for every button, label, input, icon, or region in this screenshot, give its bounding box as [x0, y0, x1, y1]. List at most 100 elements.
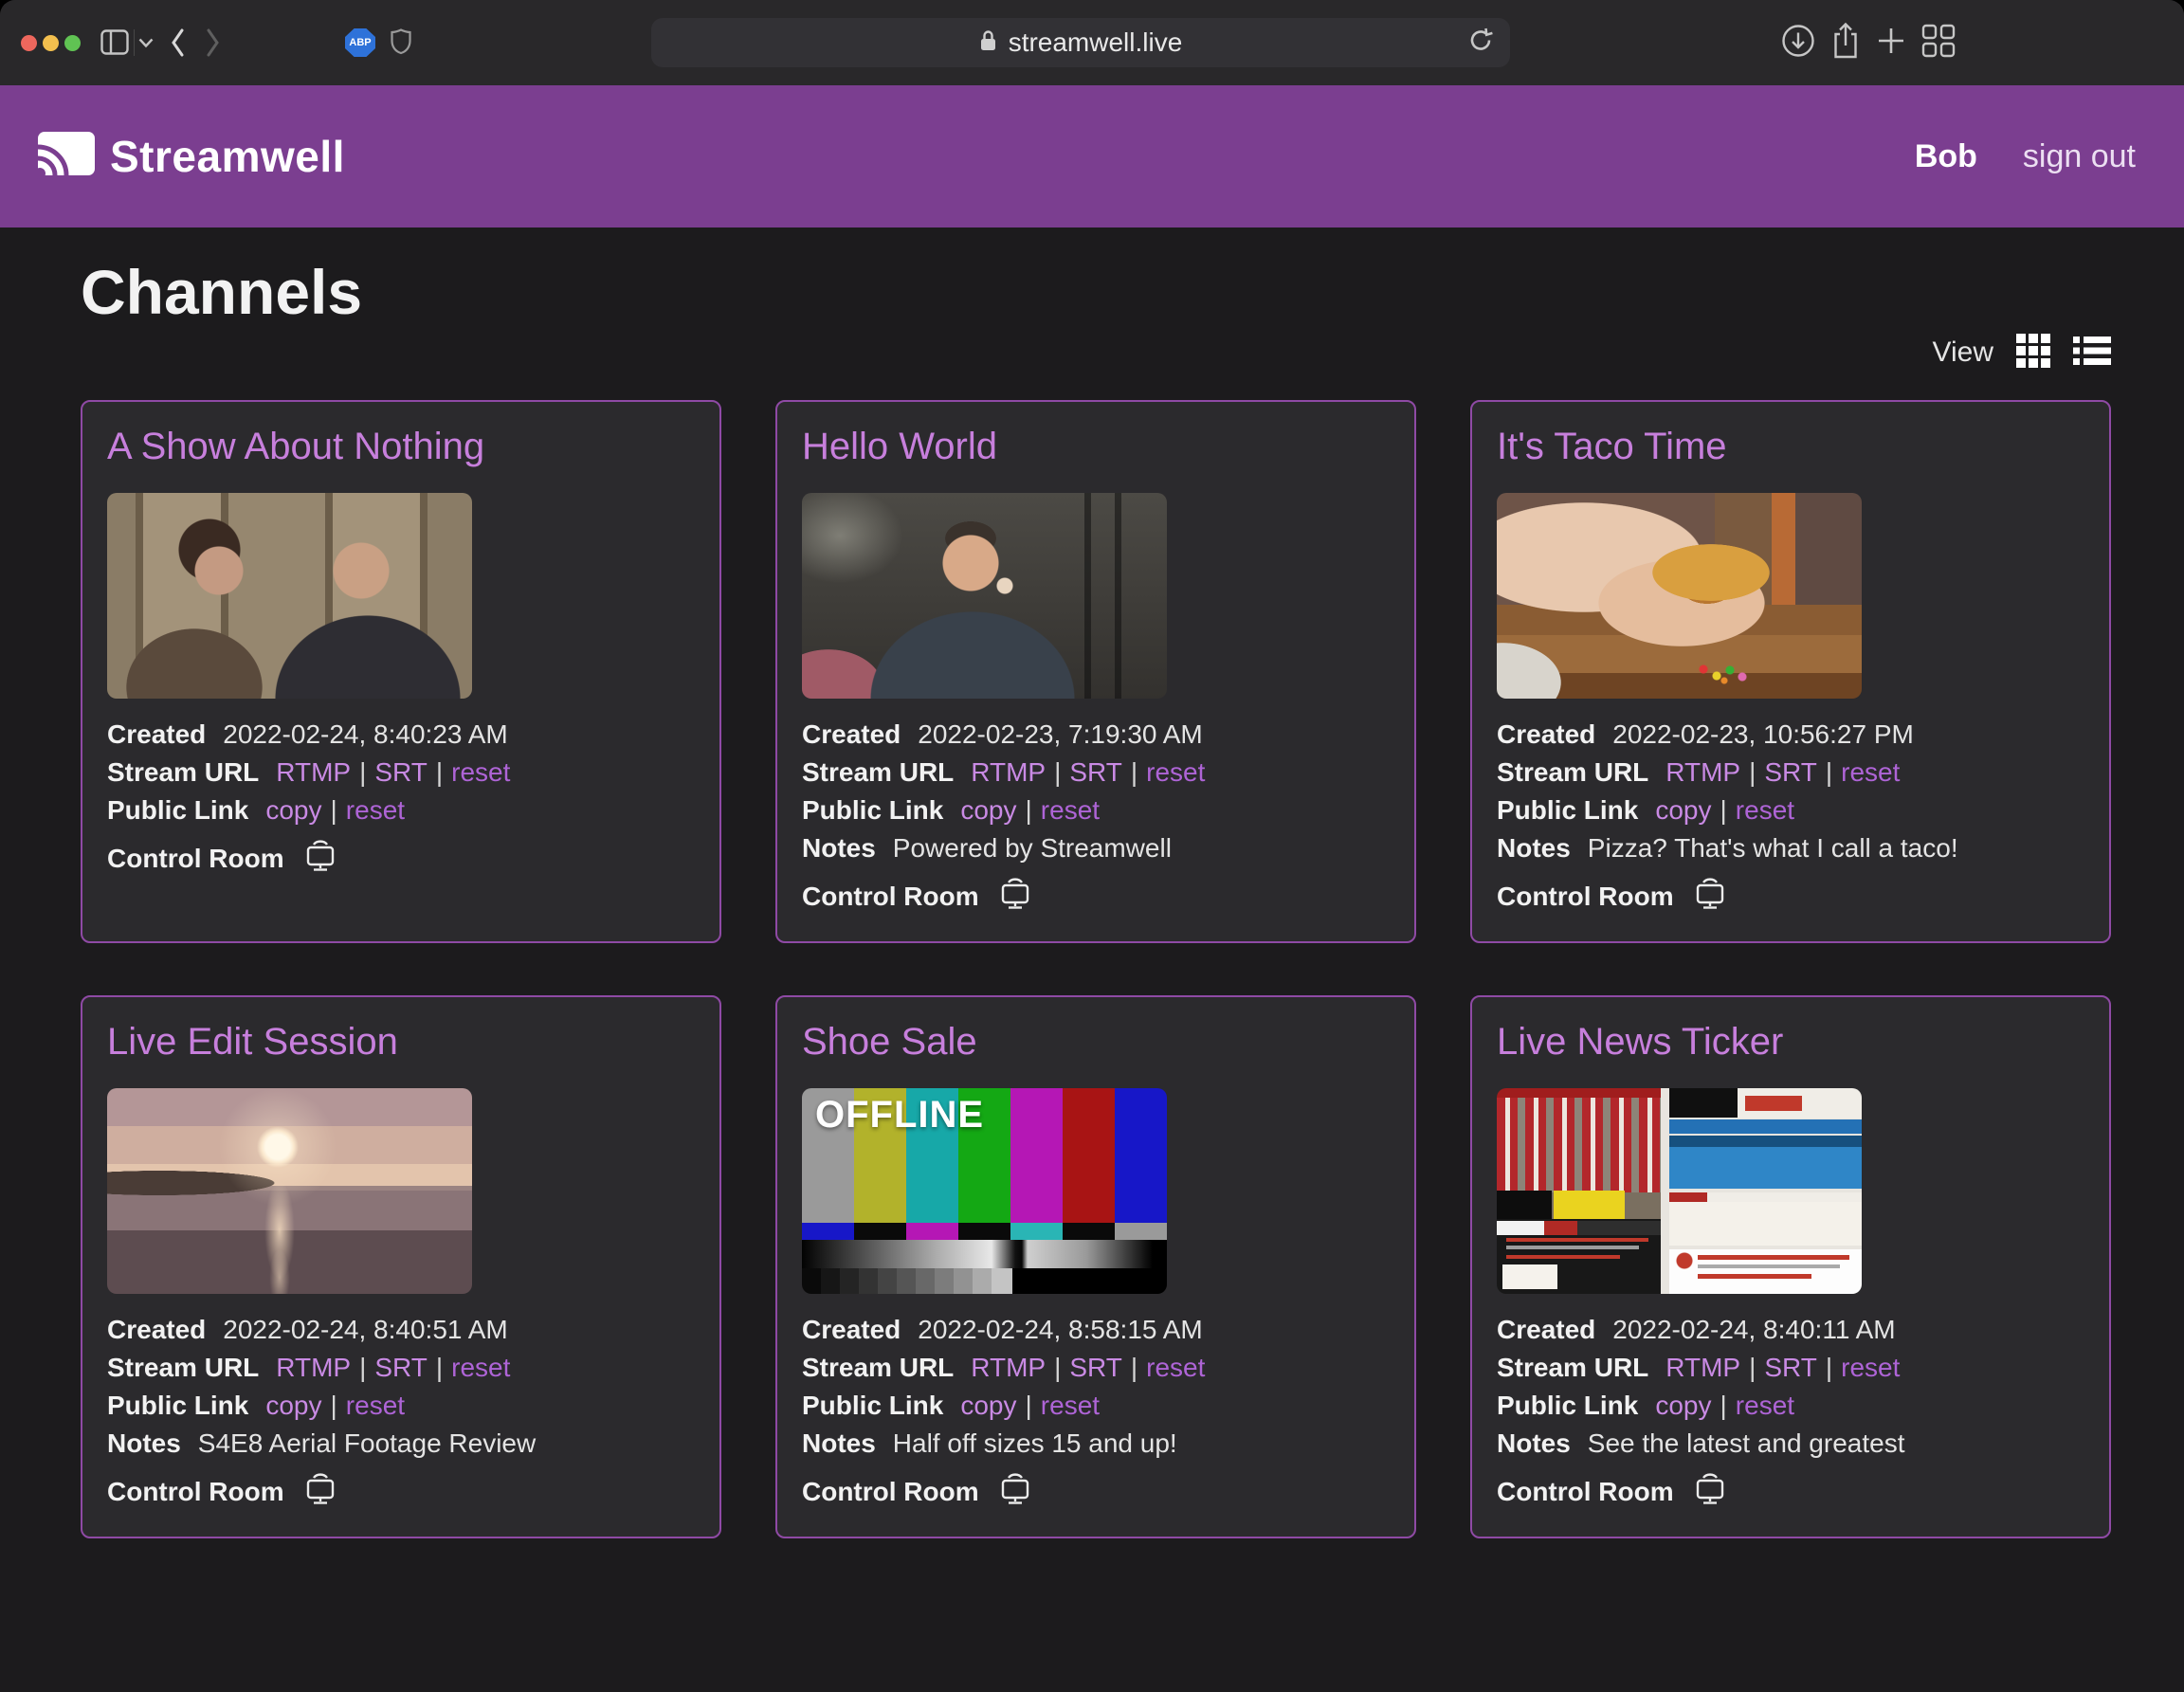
stream-reset-link[interactable]: reset [451, 1353, 510, 1382]
shield-icon[interactable] [391, 28, 411, 55]
srt-link[interactable]: SRT [1764, 757, 1817, 787]
created-value: 2022-02-24, 8:40:23 AM [223, 719, 507, 749]
created-label: Created [1497, 719, 1595, 749]
close-button[interactable] [21, 35, 37, 51]
control-room-label: Control Room [1497, 1477, 1674, 1507]
channel-title[interactable]: A Show About Nothing [107, 423, 695, 470]
public-reset-link[interactable]: reset [1041, 1391, 1100, 1420]
rtmp-link[interactable]: RTMP [276, 1353, 351, 1382]
channel-thumbnail[interactable] [107, 493, 472, 699]
stream-reset-link[interactable]: reset [451, 757, 510, 787]
channel-details: Created2022-02-24, 8:58:15 AM Stream URL… [802, 1311, 1390, 1513]
public-reset-link[interactable]: reset [1736, 1391, 1794, 1420]
separator: | [1740, 1353, 1764, 1382]
notes-row: NotesPizza? That's what I call a taco! [1497, 829, 2084, 867]
public-link-row: Public Linkcopy|reset [1497, 1387, 2084, 1425]
toolbar-right-icons [1780, 0, 1956, 85]
channel-thumbnail[interactable] [802, 493, 1167, 699]
separator: | [1017, 1391, 1041, 1420]
channel-thumbnail[interactable] [1497, 493, 1862, 699]
srt-link[interactable]: SRT [1764, 1353, 1817, 1382]
stream-reset-link[interactable]: reset [1146, 757, 1205, 787]
brand-name[interactable]: Streamwell [110, 131, 345, 182]
minimize-button[interactable] [43, 35, 59, 51]
control-room-row: Control Room [802, 1470, 1390, 1513]
list-view-icon[interactable] [2073, 335, 2111, 372]
downloads-icon[interactable] [1780, 23, 1816, 64]
public-link-label: Public Link [802, 795, 943, 825]
grid-view-icon[interactable] [2016, 334, 2050, 373]
rtmp-link[interactable]: RTMP [971, 1353, 1046, 1382]
share-icon[interactable] [1829, 21, 1862, 65]
public-reset-link[interactable]: reset [1041, 795, 1100, 825]
rtmp-link[interactable]: RTMP [1665, 757, 1740, 787]
copy-link[interactable]: copy [1655, 1391, 1711, 1420]
rtmp-link[interactable]: RTMP [971, 757, 1046, 787]
channel-thumbnail[interactable] [107, 1088, 472, 1294]
new-tab-icon[interactable] [1875, 25, 1907, 62]
public-reset-link[interactable]: reset [1736, 795, 1794, 825]
notes-label: Notes [802, 833, 876, 863]
rtmp-link[interactable]: RTMP [276, 757, 351, 787]
back-icon[interactable] [169, 27, 186, 58]
control-room-label: Control Room [107, 844, 284, 874]
notes-label: Notes [1497, 833, 1571, 863]
control-room-monitor-icon[interactable] [996, 1470, 1034, 1513]
control-room-monitor-icon[interactable] [1691, 875, 1729, 918]
toolbar-divider [134, 29, 135, 56]
stream-url-row: Stream URLRTMP|SRT|reset [1497, 754, 2084, 791]
address-bar[interactable]: streamwell.live [651, 18, 1510, 67]
copy-link[interactable]: copy [960, 1391, 1016, 1420]
adblock-badge[interactable]: ABP [345, 28, 375, 57]
channel-title[interactable]: Live News Ticker [1497, 1018, 2084, 1065]
created-row: Created2022-02-24, 8:58:15 AM [802, 1311, 1390, 1349]
control-room-monitor-icon[interactable] [996, 875, 1034, 918]
control-room-monitor-icon[interactable] [1691, 1470, 1729, 1513]
separator: | [322, 795, 346, 825]
rtmp-link[interactable]: RTMP [1665, 1353, 1740, 1382]
copy-link[interactable]: copy [1655, 795, 1711, 825]
channel-title[interactable]: It's Taco Time [1497, 423, 2084, 470]
forward-icon[interactable] [205, 27, 222, 58]
reload-icon[interactable] [1466, 27, 1495, 60]
tab-overview-icon[interactable] [1920, 23, 1956, 64]
sidebar-toggle-icon[interactable] [100, 29, 129, 55]
public-reset-link[interactable]: reset [346, 795, 405, 825]
stream-reset-link[interactable]: reset [1146, 1353, 1205, 1382]
separator: | [428, 1353, 451, 1382]
stream-reset-link[interactable]: reset [1841, 1353, 1900, 1382]
copy-link[interactable]: copy [265, 795, 321, 825]
user-name[interactable]: Bob [1915, 138, 1977, 175]
zoom-button[interactable] [64, 35, 81, 51]
channel-thumbnail[interactable]: OFFLINE [802, 1088, 1167, 1294]
streamwell-logo-icon[interactable] [36, 130, 97, 184]
control-room-row: Control Room [1497, 875, 2084, 918]
separator: | [351, 757, 374, 787]
stream-url-row: Stream URLRTMP|SRT|reset [802, 1349, 1390, 1387]
channel-thumbnail[interactable] [1497, 1088, 1862, 1294]
view-switcher: View [81, 332, 2111, 373]
stream-reset-link[interactable]: reset [1841, 757, 1900, 787]
channel-title[interactable]: Live Edit Session [107, 1018, 695, 1065]
srt-link[interactable]: SRT [374, 757, 428, 787]
offline-label: OFFLINE [815, 1094, 984, 1137]
view-label: View [1933, 337, 1993, 369]
srt-link[interactable]: SRT [1069, 1353, 1122, 1382]
channel-title[interactable]: Hello World [802, 423, 1390, 470]
copy-link[interactable]: copy [265, 1391, 321, 1420]
sign-out-link[interactable]: sign out [2023, 138, 2136, 175]
copy-link[interactable]: copy [960, 795, 1016, 825]
notes-text: See the latest and greatest [1588, 1428, 1905, 1458]
srt-link[interactable]: SRT [1069, 757, 1122, 787]
public-reset-link[interactable]: reset [346, 1391, 405, 1420]
created-row: Created2022-02-24, 8:40:23 AM [107, 716, 695, 754]
srt-link[interactable]: SRT [374, 1353, 428, 1382]
control-room-monitor-icon[interactable] [301, 837, 339, 880]
control-room-row: Control Room [107, 1470, 695, 1513]
notes-row: NotesPowered by Streamwell [802, 829, 1390, 867]
channel-title[interactable]: Shoe Sale [802, 1018, 1390, 1065]
chevron-down-icon[interactable] [138, 38, 154, 48]
control-room-row: Control Room [1497, 1470, 2084, 1513]
control-room-monitor-icon[interactable] [301, 1470, 339, 1513]
padlock-icon [979, 28, 997, 57]
